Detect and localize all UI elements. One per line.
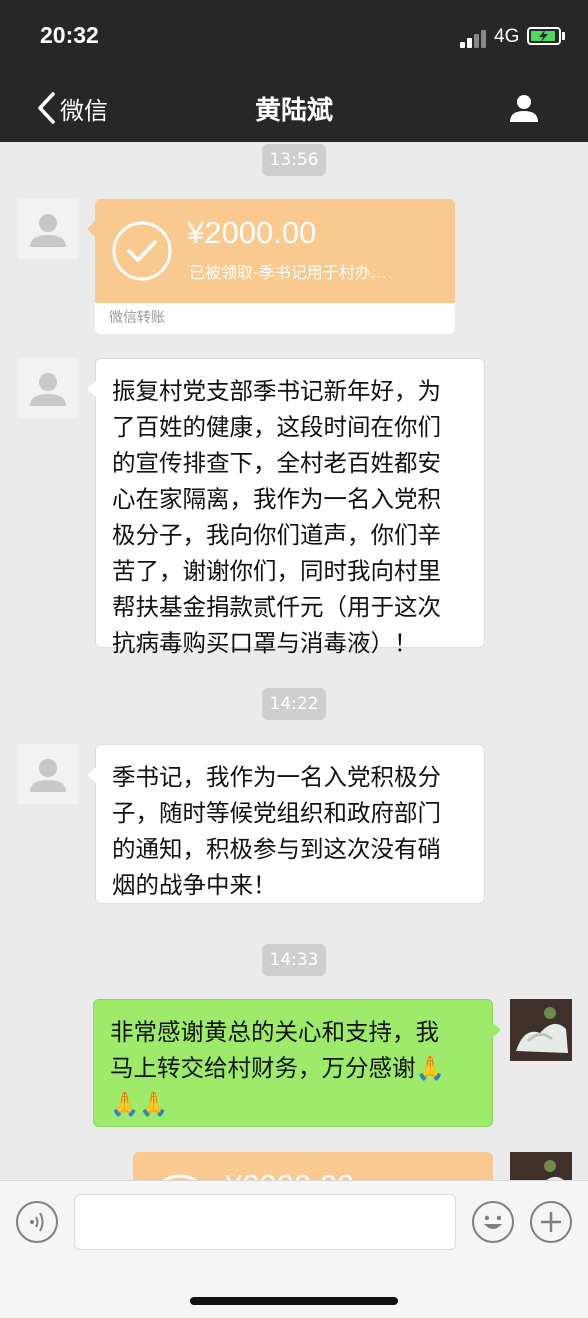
default-avatar-icon <box>30 373 66 406</box>
message-input[interactable] <box>74 1194 456 1250</box>
input-bar <box>0 1180 588 1318</box>
transfer-description: 已被领取-季书记用于村办… <box>189 263 387 282</box>
plus-button[interactable] <box>530 1201 572 1243</box>
timestamp: 14:33 <box>262 944 326 976</box>
home-indicator[interactable] <box>190 1297 398 1305</box>
avatar[interactable] <box>18 199 78 259</box>
message-bubble[interactable]: 季书记，我作为一名入党积极分 子，随时等候党组织和政府部门 的通知，积极参与到这… <box>87 744 485 904</box>
nav-bar: 微信 黄陆斌 <box>0 76 588 142</box>
battery-tip <box>562 32 565 40</box>
default-avatar-icon <box>30 759 66 792</box>
avatar[interactable] <box>18 744 78 804</box>
transfer-card[interactable]: ¥2000.00 已被领取-季书记用于村办… 微信转账 <box>87 199 455 334</box>
transfer-amount: ¥2000.00 <box>187 215 317 250</box>
profile-button[interactable] <box>508 92 540 124</box>
message-line: 🙏🙏 <box>110 1090 169 1118</box>
message-line: 了百姓的健康，这段时间在你们 <box>112 413 441 441</box>
message-line: 的宣传排查下，全村老百姓都安 <box>112 449 441 477</box>
message-line: 心在家隔离，我作为一名入党积 <box>112 485 441 513</box>
message-line: 帮扶基金捐款贰仟元（用于这次 <box>112 593 441 621</box>
battery-icon <box>527 27 561 45</box>
message-line: 抗病毒购买口罩与消毒液）！ <box>112 629 418 657</box>
avatar-self[interactable] <box>510 999 572 1061</box>
avatar[interactable] <box>18 358 78 418</box>
message-line: 子，随时等候党组织和政府部门 <box>112 799 441 827</box>
profile-icon <box>510 95 538 122</box>
network-type: 4G <box>494 26 520 47</box>
voice-icon <box>30 1212 44 1232</box>
emoji-icon <box>484 1215 502 1229</box>
message-line: 马上转交给村财务，万分感谢🙏 <box>110 1054 445 1082</box>
avatar-self[interactable] <box>510 1152 572 1180</box>
avatar-self-image <box>510 999 572 1061</box>
signal-icon <box>460 30 488 48</box>
message-line: 烟的战争中来！ <box>112 871 277 899</box>
check-circle-icon <box>112 221 172 281</box>
avatar-self-image <box>510 1152 572 1180</box>
chat-area[interactable]: 13:56 ¥2000.00 已被领取-季书记用于村办… 微信转账 振复村党支部… <box>0 142 588 1180</box>
transfer-amount: ¥2000.00 <box>225 1168 354 1180</box>
voice-button[interactable] <box>16 1201 58 1243</box>
timestamp: 14:22 <box>262 688 326 720</box>
chat-title: 黄陆斌 <box>254 96 333 126</box>
status-bar: 20:32 4G <box>0 0 588 76</box>
message-line: 振复村党支部季书记新年好，为 <box>112 377 441 405</box>
message-line: 极分子，我向你们道声，你们辛 <box>112 521 441 549</box>
emoji-button[interactable] <box>472 1201 514 1243</box>
message-line: 苦了，谢谢你们，同时我向村里 <box>112 557 441 585</box>
message-line: 非常感谢黄总的关心和支持，我 <box>110 1018 439 1046</box>
message-bubble[interactable]: 非常感谢黄总的关心和支持，我 马上转交给村财务，万分感谢🙏 🙏🙏 <box>93 999 501 1127</box>
timestamp: 13:56 <box>262 144 326 176</box>
transfer-card-partial[interactable]: ¥2000.00 <box>133 1152 493 1180</box>
message-line: 的通知，积极参与到这次没有硝 <box>112 835 441 863</box>
default-avatar-icon <box>30 214 66 247</box>
plus-icon <box>541 1212 561 1232</box>
status-time: 20:32 <box>40 22 99 48</box>
message-line: 季书记，我作为一名入党积极分 <box>112 763 441 791</box>
check-circle-icon <box>162 1174 198 1180</box>
transfer-footer: 微信转账 <box>95 303 455 334</box>
message-bubble[interactable]: 振复村党支部季书记新年好，为 了百姓的健康，这段时间在你们 的宣传排查下，全村老… <box>87 358 485 657</box>
